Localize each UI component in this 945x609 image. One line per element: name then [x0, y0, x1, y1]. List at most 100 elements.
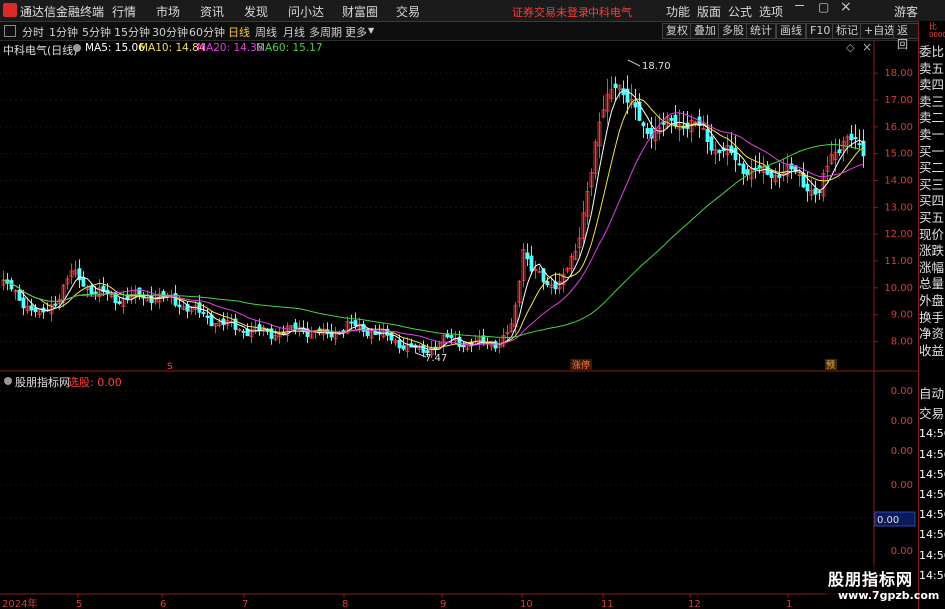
period-multi[interactable]: 多周期 [309, 24, 342, 40]
month-label: 11 [601, 599, 614, 609]
maximize-icon[interactable]: ▢ [818, 0, 829, 14]
candle-body [353, 320, 358, 327]
draw-line-button[interactable]: 画线 [776, 23, 806, 39]
period-weekly[interactable]: 周线 [255, 24, 277, 40]
candle-body [21, 297, 26, 309]
price-tick-label: 16.00 [884, 122, 913, 133]
candle-body [669, 118, 674, 121]
signal-marker-s: S [167, 362, 173, 372]
ma60-label: MA60: 15.17 [256, 42, 323, 54]
watermark-url: www.7gpzb.com [838, 589, 940, 602]
menu-discover[interactable]: 发现 [244, 3, 268, 20]
candle-body [641, 122, 646, 127]
candle-body [205, 315, 210, 318]
panel-toggle-icon[interactable] [4, 25, 16, 37]
indicator-tick-label: 0.00 [891, 446, 913, 457]
period-15min[interactable]: 15分钟 [114, 24, 150, 40]
period-monthly[interactable]: 月线 [283, 24, 305, 40]
indicator-tick-label: 0.00 [891, 386, 913, 397]
multi-stock-button[interactable]: 多股 [718, 23, 748, 39]
year-label: 2024年 [2, 597, 37, 609]
menu-wealth-circle[interactable]: 财富圈 [342, 3, 378, 20]
menu-quotes[interactable]: 行情 [112, 3, 136, 20]
pane-close-icon[interactable]: × [862, 40, 872, 54]
tick-time: 14:56 [919, 447, 945, 461]
price-tick-label: 9.00 [891, 310, 913, 321]
period-1min[interactable]: 1分钟 [49, 24, 78, 40]
settings-dot-icon[interactable] [73, 44, 81, 52]
candle-body [33, 307, 38, 313]
price-tick-label: 15.00 [884, 149, 913, 160]
period-daily[interactable]: 日线 [228, 24, 250, 40]
side-top-label: 比 [929, 22, 937, 31]
tick-time: 14:56 [919, 427, 945, 441]
candle-body [177, 304, 182, 308]
formula-button[interactable]: 公式 [728, 3, 752, 20]
menu-market[interactable]: 市场 [156, 3, 180, 20]
stock-title: 中科电气(日线) [3, 44, 78, 57]
period-5min[interactable]: 5分钟 [82, 24, 111, 40]
menu-ask-xiaoda[interactable]: 问小达 [288, 3, 324, 20]
app-logo-icon [3, 3, 17, 17]
candle-body [93, 291, 98, 294]
mark-button[interactable]: 标记 [832, 23, 862, 39]
candle-body [805, 183, 810, 192]
month-label: 5 [76, 599, 82, 609]
options-button[interactable]: 选项 [759, 3, 783, 20]
indicator-tick-label: 0.00 [891, 416, 913, 427]
login-status[interactable]: 证券交易未登录 [512, 4, 589, 20]
period-intraday[interactable]: 分时 [22, 24, 44, 40]
candle-body [633, 102, 638, 108]
ma-line-10 [3, 98, 864, 349]
watermark-name: 股朋指标网 [828, 570, 914, 589]
period-more[interactable]: 更多 [345, 24, 367, 40]
candle-body [545, 281, 550, 286]
price-tick-label: 8.00 [891, 337, 913, 348]
candle-body [661, 122, 666, 125]
month-label: 8 [342, 599, 348, 609]
indicator-settings-icon[interactable] [4, 377, 12, 385]
f10-button[interactable]: F10 [806, 23, 835, 39]
candle-body [349, 321, 354, 324]
menu-trade[interactable]: 交易 [396, 3, 420, 20]
overlay-button[interactable]: 叠加 [690, 23, 720, 39]
price-tick-label: 14.00 [884, 176, 913, 187]
adjust-button[interactable]: 复权 [662, 23, 692, 39]
price-tick-label: 13.00 [884, 202, 913, 213]
candle-body [525, 252, 530, 260]
candle-body [705, 129, 710, 142]
chart-area[interactable]: 18.0017.0016.0015.0014.0013.0012.0011.00… [0, 41, 919, 609]
price-tick-label: 17.00 [884, 95, 913, 106]
period-60min[interactable]: 60分钟 [189, 24, 225, 40]
minimize-icon[interactable] [795, 5, 804, 6]
candle-body [777, 174, 782, 178]
auto-trade-label[interactable]: 自动 [919, 384, 945, 405]
more-dropdown-icon[interactable]: ▼ [368, 26, 374, 35]
month-label: 1 [786, 599, 792, 609]
candle-body [421, 344, 426, 353]
indicator-axis: 0.00 0.00 0.00 0.00 0.00 0.00 [0, 386, 913, 557]
month-label: 12 [688, 599, 701, 609]
candle-body [401, 345, 406, 350]
close-icon[interactable]: × [840, 0, 852, 15]
ma-line-20 [3, 112, 864, 346]
time-axis: 2024年 5 6 7 8 9 10 11 12 1 [2, 594, 792, 609]
statistics-button[interactable]: 统计 [746, 23, 776, 39]
watermark-box: 股朋指标网 www.7gpzb.com [826, 565, 939, 609]
tick-time: 14:56 [919, 548, 945, 562]
tick-time: 14:56 [919, 528, 945, 542]
back-button[interactable]: 返回 [893, 23, 920, 51]
low-label: 7.47 [425, 353, 447, 364]
indicator-tick-label: 0.00 [891, 546, 913, 557]
guest-user[interactable]: 游客 [894, 3, 918, 20]
auto-trade-label[interactable]: 交易 [919, 404, 945, 425]
app-name: 通达信金融终端 [20, 5, 105, 19]
ma10-label: MA10: 14.84 [139, 42, 206, 54]
menu-news[interactable]: 资讯 [200, 3, 224, 20]
ma-line-60 [3, 143, 864, 338]
period-30min[interactable]: 30分钟 [152, 24, 188, 40]
layout-button[interactable]: 版面 [697, 3, 721, 20]
function-button[interactable]: 功能 [666, 3, 690, 20]
diamond-icon[interactable]: ◇ [846, 41, 854, 54]
price-axis: 18.00 17.00 16.00 15.00 14.00 13.00 12.00 11.00… [874, 68, 913, 348]
